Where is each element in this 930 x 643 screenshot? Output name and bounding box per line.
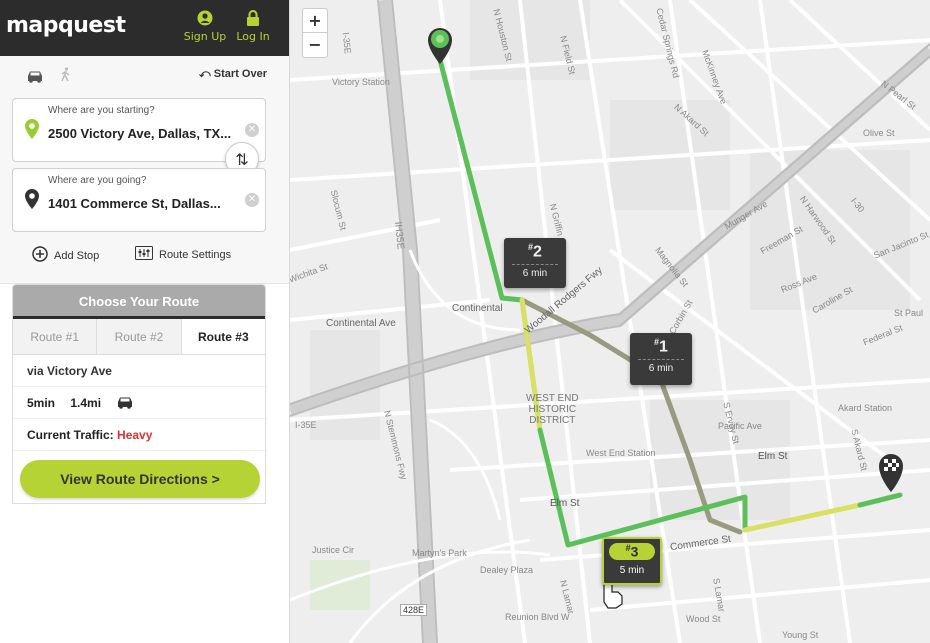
route-settings-button[interactable]: Route Settings (135, 246, 231, 263)
car-icon (116, 396, 134, 410)
route-distance: 1.4mi (70, 396, 102, 410)
street-label: Elm St (550, 498, 580, 509)
zoom-out-button[interactable]: − (303, 33, 327, 57)
login-label: Log In (236, 30, 270, 43)
car-icon[interactable] (26, 68, 44, 87)
route-3-time: 5 min (619, 564, 645, 576)
station-label: Victory Station (332, 77, 390, 87)
signup-label: Sign Up (183, 30, 227, 43)
street-label: Continental Ave (326, 318, 396, 329)
street-label: Continental (452, 303, 503, 314)
traffic-status: Current Traffic: Heavy (13, 419, 265, 451)
swap-icon: ⇅ (235, 150, 249, 169)
street-label: Reunion Blvd W (505, 612, 570, 622)
mapquest-logo[interactable]: mapquest (6, 13, 126, 38)
route-3-bubble[interactable]: #3 5 min (602, 537, 662, 585)
sliders-icon (135, 246, 153, 263)
top-bar: mapquest Sign Up Log In (0, 0, 289, 56)
park-area (310, 560, 370, 610)
street-label: Pacific Ave (718, 421, 762, 431)
station-label: West End Station (586, 448, 656, 458)
start-over-label: Start Over (213, 68, 267, 80)
street-label: I-35E (340, 31, 353, 55)
clear-destination-icon[interactable]: ✕ (245, 193, 259, 207)
route-3-number: #3 (609, 543, 655, 560)
route-inputs: Where are you starting? 2500 Victory Ave… (0, 94, 289, 284)
app-root: mapquest Sign Up Log In ⤺ Start Over Whe… (0, 0, 930, 643)
route-1-number: #1 (654, 337, 668, 356)
street-label: Young St (782, 630, 819, 640)
finish-flag-icon[interactable] (879, 454, 903, 492)
walk-icon[interactable] (60, 67, 72, 86)
district-label-line: HISTORIC (528, 404, 577, 415)
route-settings-label: Route Settings (159, 248, 232, 261)
mode-bar: ⤺ Start Over (0, 56, 289, 94)
destination-field-value[interactable]: 1401 Commerce St, Dallas... (48, 196, 244, 211)
street-label: Olive St (863, 128, 895, 138)
undo-icon: ⤺ (198, 68, 211, 80)
signup-button[interactable]: Sign Up (180, 10, 230, 43)
route-3-line-e[interactable] (857, 492, 903, 508)
park-label: Martyn's Park (412, 548, 467, 558)
tab-route-3[interactable]: Route #3 (181, 319, 265, 354)
end-pin-icon (25, 189, 39, 213)
tab-route-1[interactable]: Route #1 (13, 319, 98, 354)
destination-field-label: Where are you going? (48, 175, 147, 186)
station-label: Akard Station (838, 403, 893, 413)
lock-icon (228, 10, 278, 28)
district-label: WEST END HISTORIC DISTRICT (526, 393, 579, 426)
start-field-label: Where are you starting? (48, 105, 155, 116)
login-button[interactable]: Log In (228, 10, 278, 43)
route-time: 5min (27, 396, 56, 410)
tab-route-2[interactable]: Route #2 (97, 319, 182, 354)
traffic-value: Heavy (117, 428, 153, 442)
zoom-control: + − (302, 8, 328, 58)
district-label-line: WEST END (526, 393, 579, 404)
start-over-button[interactable]: ⤺ Start Over (199, 68, 267, 81)
district-label-line: DISTRICT (529, 415, 576, 426)
user-icon (180, 10, 230, 28)
highway-shield: 428E (400, 604, 428, 616)
zoom-in-button[interactable]: + (303, 9, 327, 33)
start-field-value[interactable]: 2500 Victory Ave, Dallas, TX... (48, 126, 244, 141)
sidebar: mapquest Sign Up Log In ⤺ Start Over Whe… (0, 0, 290, 643)
start-pin-icon (25, 119, 39, 143)
destination-field[interactable]: Where are you going? 1401 Commerce St, D… (12, 168, 266, 232)
route-1-time: 6 min (638, 359, 684, 374)
choose-route-title: Choose Your Route (13, 285, 265, 319)
route-1-bubble[interactable]: #1 6 min (630, 333, 692, 385)
add-stop-label: Add Stop (54, 249, 100, 262)
route-2-time: 6 min (512, 264, 558, 279)
street-label: Wood St (686, 614, 721, 624)
route-stats: 5min 1.4mi (13, 387, 265, 419)
clear-start-icon[interactable]: ✕ (245, 123, 259, 137)
park-label: Dealey Plaza (480, 565, 534, 575)
route-tabs: Route #1 Route #2 Route #3 (13, 319, 265, 355)
plus-circle-icon (32, 246, 48, 265)
street-label: St Paul (894, 308, 924, 318)
route-2-bubble[interactable]: #2 6 min (504, 238, 566, 288)
street-label: I-35E (295, 420, 317, 430)
street-label: Justice Cir (312, 545, 355, 555)
map[interactable]: Victory Station I-35E IH35E N Houston St… (290, 0, 930, 643)
view-route-directions-button[interactable]: View Route Directions > (20, 460, 260, 498)
route-2-number: #2 (528, 242, 542, 261)
add-stop-button[interactable]: Add Stop (32, 246, 99, 265)
traffic-label: Current Traffic: (27, 428, 114, 442)
route-via: via Victory Ave (13, 355, 265, 387)
street-label: Elm St (758, 451, 788, 462)
